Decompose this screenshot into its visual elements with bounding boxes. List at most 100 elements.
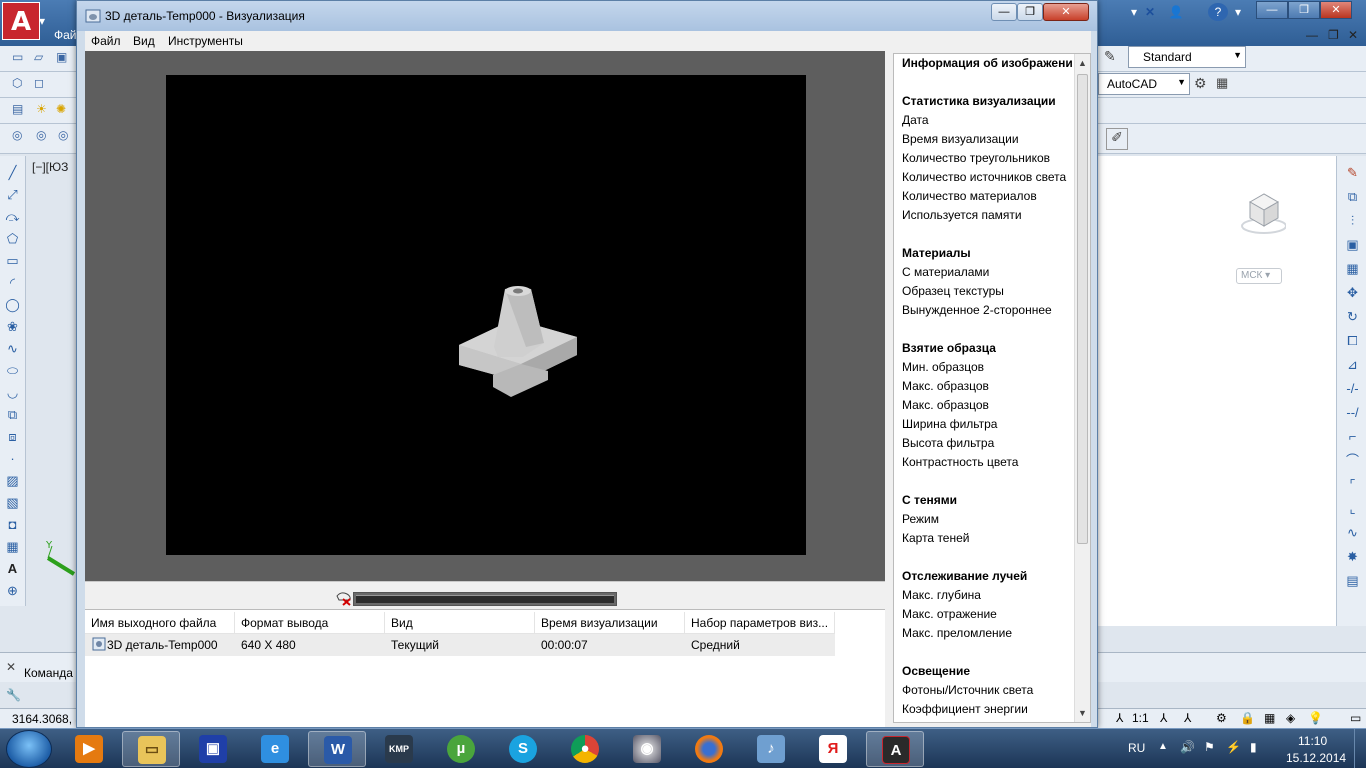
taskbar-explorer[interactable]: ▭: [122, 731, 180, 767]
line-icon[interactable]: ╱: [4, 164, 21, 181]
file-menu-stub[interactable]: Фай: [54, 28, 77, 42]
trim-icon[interactable]: -/-: [1344, 380, 1361, 397]
show-desktop-button[interactable]: [1354, 729, 1366, 768]
hardware-accel-icon[interactable]: ▦: [1264, 711, 1275, 725]
taskbar-utorrent[interactable]: µ: [432, 731, 490, 767]
language-indicator[interactable]: RU: [1128, 741, 1145, 755]
table-icon[interactable]: ▦: [4, 538, 21, 555]
column-header-file[interactable]: Имя выходного файла: [85, 612, 235, 634]
close-command-icon[interactable]: ✕: [6, 660, 16, 674]
box-icon[interactable]: ⬡: [12, 76, 22, 90]
add-selected-icon[interactable]: ⊕: [4, 582, 21, 599]
insert-block-icon[interactable]: ⧉: [4, 406, 21, 423]
clean-screen-icon[interactable]: ▭: [1350, 711, 1361, 725]
ellipse-arc-icon[interactable]: ◡: [4, 384, 21, 401]
menu-view[interactable]: Вид: [133, 34, 155, 48]
blend-icon[interactable]: ∿: [1344, 524, 1361, 541]
light-icon[interactable]: ☀: [36, 102, 47, 116]
info-item[interactable]: Время визуализации: [902, 132, 1019, 146]
text-style-dropdown[interactable]: Standard ▼: [1128, 46, 1246, 68]
revcloud-icon[interactable]: ❀: [4, 318, 21, 335]
gradient-icon[interactable]: ▧: [4, 494, 21, 511]
taskbar-yandex[interactable]: Я: [804, 731, 862, 767]
erase-icon[interactable]: ✎: [1344, 164, 1361, 181]
spline-icon[interactable]: ∿: [4, 340, 21, 357]
info-section-title[interactable]: Отслеживание лучей: [902, 569, 1027, 583]
layers-icon[interactable]: ▤: [1344, 572, 1361, 589]
info-item[interactable]: Макс. образцов: [902, 379, 989, 393]
region-icon[interactable]: ◘: [4, 516, 21, 533]
clock-date[interactable]: 15.12.2014: [1286, 751, 1346, 765]
doc-minimize-icon[interactable]: —: [1306, 28, 1318, 42]
info-section-title[interactable]: Материалы: [902, 246, 971, 260]
auto-scale-icon[interactable]: ⅄: [1184, 711, 1191, 725]
scroll-up-icon[interactable]: ▲: [1078, 58, 1087, 68]
gear-icon[interactable]: ⚙: [1194, 75, 1212, 93]
network-icon[interactable]: ▮: [1250, 740, 1257, 754]
volume-icon[interactable]: 🔊: [1180, 740, 1195, 754]
lightbulb-icon[interactable]: 💡: [1308, 711, 1323, 725]
help-icon[interactable]: ?: [1208, 3, 1228, 21]
info-item[interactable]: Образец текстуры: [902, 284, 1004, 298]
info-item[interactable]: Макс. преломление: [902, 626, 1012, 640]
user-icon[interactable]: 👤: [1166, 3, 1186, 21]
taskbar-chrome[interactable]: ●: [556, 731, 614, 767]
render-image-area[interactable]: [85, 51, 885, 581]
info-item[interactable]: С материалами: [902, 265, 989, 279]
lock-icon[interactable]: 🔒: [1240, 711, 1255, 725]
menu-arrow-icon[interactable]: ▾: [32, 12, 52, 30]
cancel-render-icon[interactable]: [335, 590, 353, 606]
taskbar-skype[interactable]: S: [494, 731, 552, 767]
info-panel-header[interactable]: Информация об изображени: [902, 56, 1073, 70]
viewcube-icon[interactable]: [1236, 186, 1286, 236]
point-icon[interactable]: ·: [4, 450, 21, 467]
info-item[interactable]: Количество источников света: [902, 170, 1066, 184]
info-item[interactable]: Макс. отражение: [902, 607, 997, 621]
move-icon[interactable]: ✥: [1344, 284, 1361, 301]
taskbar-save-disk[interactable]: ▣: [184, 731, 242, 767]
info-scrollbar[interactable]: ▲ ▼: [1074, 54, 1090, 722]
info-item[interactable]: Мин. образцов: [902, 360, 984, 374]
cube-icon[interactable]: ◻: [34, 76, 44, 90]
clock-time[interactable]: 11:10: [1298, 734, 1327, 748]
open-file-icon[interactable]: ▱: [34, 50, 43, 64]
array-icon[interactable]: ▦: [1344, 260, 1361, 277]
info-item[interactable]: Количество треугольников: [902, 151, 1050, 165]
scale-icon[interactable]: ⧠: [1344, 332, 1361, 349]
info-item[interactable]: Карта теней: [902, 531, 969, 545]
show-hidden-icons-icon[interactable]: ▲: [1158, 741, 1168, 752]
render-icon[interactable]: ▤: [12, 102, 23, 116]
info-item[interactable]: Режим: [902, 512, 939, 526]
info-item[interactable]: Используется памяти: [902, 208, 1022, 222]
info-section-title[interactable]: Статистика визуализации: [902, 94, 1056, 108]
column-header-preset[interactable]: Набор параметров виз...: [685, 612, 835, 634]
flag-icon[interactable]: ⚑: [1204, 740, 1215, 754]
info-item[interactable]: Фотоны/Источник света: [902, 683, 1033, 697]
orbit-icon[interactable]: ◎: [12, 128, 22, 142]
copy-icon[interactable]: ⧉: [1344, 188, 1361, 205]
polygon-icon[interactable]: ⬠: [4, 230, 21, 247]
orbit2-icon[interactable]: ◎: [36, 128, 46, 142]
rotate-icon[interactable]: ↻: [1344, 308, 1361, 325]
taskbar-kmplayer[interactable]: KMP: [370, 731, 428, 767]
exchange-icon[interactable]: ✕: [1140, 3, 1160, 21]
column-header-format[interactable]: Формат вывода: [235, 612, 385, 634]
help-dropdown-icon[interactable]: ▾: [1228, 3, 1248, 21]
render-window-titlebar[interactable]: 3D деталь-Temp000 - Визуализация — ❐ ✕: [77, 1, 1097, 31]
annotation-scale-value[interactable]: 1:1: [1132, 711, 1149, 725]
extend-icon[interactable]: --/: [1344, 404, 1361, 421]
table-row[interactable]: 3D деталь-Temp000 640 X 480 Текущий 00:0…: [85, 634, 835, 656]
power-icon[interactable]: ⚡: [1226, 740, 1241, 754]
isolate-objects-icon[interactable]: ◈: [1286, 711, 1295, 725]
doc-close-icon[interactable]: ✕: [1348, 28, 1358, 42]
viewport-label[interactable]: [−][ЮЗ: [32, 160, 68, 174]
mirror-icon[interactable]: ⫶: [1344, 212, 1361, 229]
doc-restore-icon[interactable]: ❐: [1328, 28, 1339, 42]
text-icon[interactable]: A: [4, 560, 21, 577]
render-maximize-button[interactable]: ❐: [1017, 3, 1043, 21]
menu-file[interactable]: Файл: [91, 34, 121, 48]
taskbar-firefox[interactable]: [680, 731, 738, 767]
join-icon[interactable]: ⌒: [1344, 452, 1361, 469]
start-button[interactable]: [6, 730, 52, 768]
annotation-visibility-icon[interactable]: ⅄: [1160, 711, 1167, 725]
